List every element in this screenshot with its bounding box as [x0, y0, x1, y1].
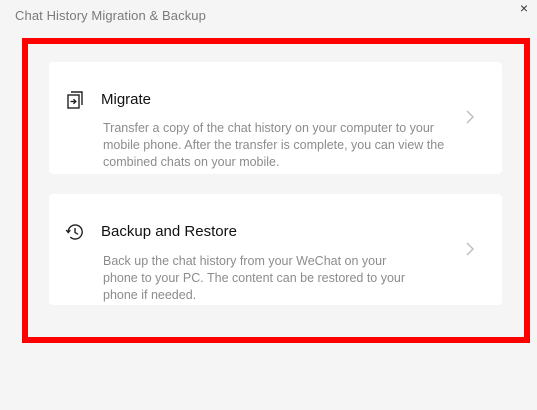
close-button[interactable]: × [517, 0, 531, 16]
backup-restore-description: Back up the chat history from your WeCha… [103, 254, 406, 302]
backup-restore-title: Backup and Restore [101, 223, 237, 240]
migration-backup-window: Chat History Migration & Backup × Migrat… [0, 0, 537, 410]
chevron-right-icon [466, 242, 475, 256]
window-title: Chat History Migration & Backup [15, 8, 206, 23]
migrate-icon [67, 91, 83, 109]
migrate-description: Transfer a copy of the chat history on y… [103, 121, 445, 169]
migrate-card[interactable]: Migrate Transfer a copy of the chat hist… [49, 62, 502, 174]
history-clock-icon [65, 224, 83, 240]
backup-restore-card[interactable]: Backup and Restore Back up the chat hist… [49, 194, 502, 305]
close-icon: × [519, 0, 529, 16]
chevron-right-icon [466, 110, 475, 124]
migrate-title: Migrate [101, 91, 152, 108]
